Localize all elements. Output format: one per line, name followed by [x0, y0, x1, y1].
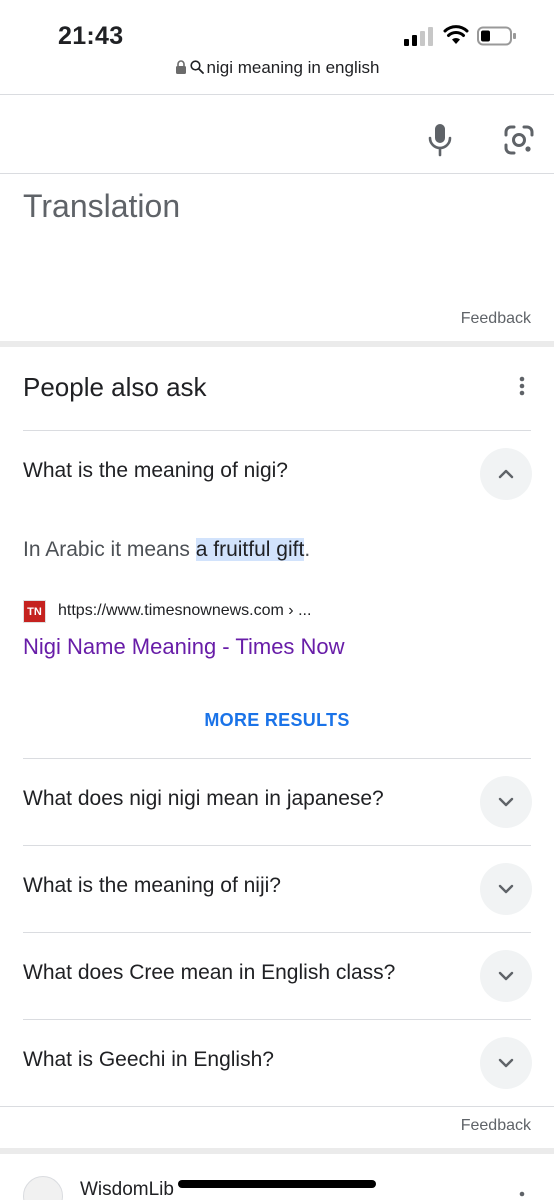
section-divider — [0, 1148, 554, 1154]
section-divider — [0, 341, 554, 347]
divider — [0, 173, 554, 174]
divider — [0, 94, 554, 95]
kebab-menu-icon[interactable] — [510, 374, 534, 400]
source-favicon: TN — [23, 600, 46, 623]
status-time: 21:43 — [58, 22, 124, 50]
paa-question-text: What is Geechi in English? — [23, 1048, 274, 1071]
site-avatar — [23, 1176, 63, 1200]
source-url[interactable]: https://www.timesnownews.com › ... — [58, 602, 311, 620]
battery-icon — [477, 26, 516, 46]
chevron-up-icon — [498, 469, 514, 479]
people-also-ask-title: People also ask — [23, 372, 207, 402]
expand-button[interactable] — [480, 863, 532, 915]
paa-question[interactable]: What does nigi nigi mean in japanese? — [0, 759, 554, 845]
result-site-name[interactable]: WisdomLib — [80, 1179, 174, 1200]
address-bar[interactable]: nigi meaning in english — [0, 58, 554, 86]
paa-question-text: What does Cree mean in English class? — [23, 961, 396, 984]
cellular-signal-icon — [404, 27, 433, 46]
chevron-down-icon — [498, 971, 514, 981]
chevron-down-icon — [498, 884, 514, 894]
answer-prefix: In Arabic it means — [23, 538, 196, 561]
result-menu-icon[interactable] — [514, 1188, 530, 1200]
paa-question-text: What is the meaning of niji? — [23, 874, 281, 897]
chevron-down-icon — [498, 1058, 514, 1068]
translation-title: Translation — [23, 188, 181, 224]
collapse-button[interactable] — [480, 448, 532, 500]
search-results-page: 21:43 nigi meaning in english Translatio… — [0, 0, 554, 1200]
lock-icon — [175, 60, 186, 74]
paa-question-text: What does nigi nigi mean in japanese? — [23, 787, 384, 810]
paa-question[interactable]: What is the meaning of niji? — [0, 846, 554, 932]
paa-question[interactable]: What does Cree mean in English class? — [0, 933, 554, 1019]
answer-suffix: . — [304, 538, 311, 561]
lens-icon[interactable] — [503, 124, 535, 156]
address-query: nigi meaning in english — [206, 58, 380, 77]
paa-question[interactable]: What is Geechi in English? — [0, 1020, 554, 1106]
mic-icon[interactable] — [424, 120, 456, 160]
status-bar: 21:43 — [0, 0, 554, 56]
paa-question-text: What is the meaning of nigi? — [23, 459, 288, 482]
paa-question-expanded[interactable]: What is the meaning of nigi? — [0, 431, 554, 517]
divider — [0, 1106, 554, 1107]
wifi-icon — [443, 25, 469, 44]
expand-button[interactable] — [480, 950, 532, 1002]
paa-answer: In Arabic it means a fruitful gift. — [23, 538, 310, 562]
more-results-button[interactable]: MORE RESULTS — [0, 710, 554, 731]
search-icon — [189, 60, 204, 74]
paa-feedback-link[interactable]: Feedback — [461, 1117, 531, 1135]
source-title-link[interactable]: Nigi Name Meaning - Times Now — [23, 634, 345, 660]
translation-feedback-link[interactable]: Feedback — [461, 310, 531, 328]
home-indicator[interactable] — [178, 1180, 376, 1188]
expand-button[interactable] — [480, 1037, 532, 1089]
chevron-down-icon — [498, 797, 514, 807]
answer-highlight: a fruitful gift — [195, 538, 305, 561]
expand-button[interactable] — [480, 776, 532, 828]
